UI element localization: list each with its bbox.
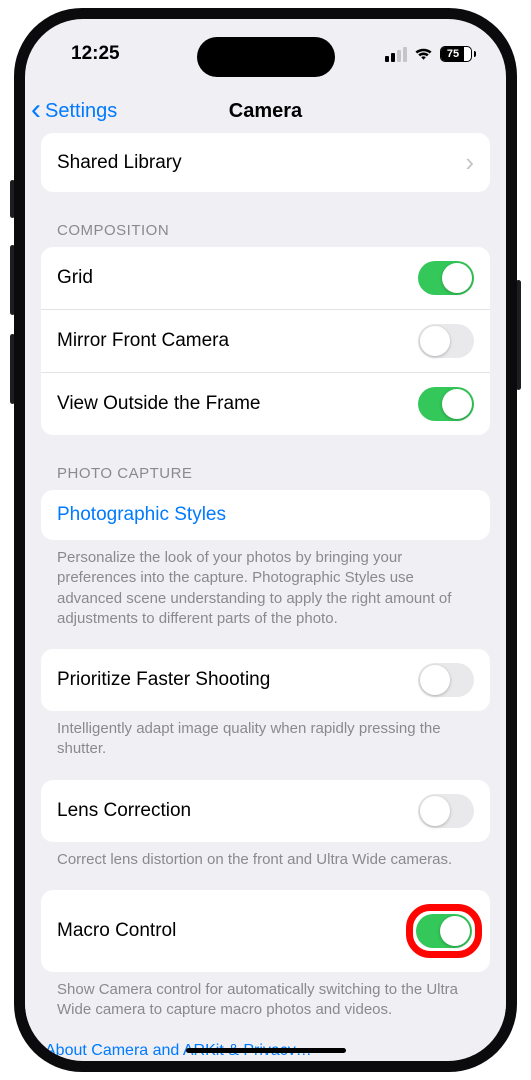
dynamic-island	[197, 37, 335, 77]
mirror-toggle[interactable]	[418, 324, 474, 358]
view-outside-label: View Outside the Frame	[57, 393, 260, 415]
view-outside-frame-row[interactable]: View Outside the Frame	[41, 372, 490, 435]
content-scroll[interactable]: Shared Library › COMPOSITION Grid Mirror…	[25, 133, 506, 1055]
lens-toggle[interactable]	[418, 794, 474, 828]
prioritize-footer: Intelligently adapt image quality when r…	[41, 711, 490, 764]
navigation-bar: ‹ Settings Camera	[25, 89, 506, 133]
grid-label: Grid	[57, 267, 93, 289]
lens-label: Lens Correction	[57, 800, 191, 822]
macro-control-row[interactable]: Macro Control	[41, 890, 490, 972]
wifi-icon	[414, 47, 433, 61]
home-indicator[interactable]	[186, 1048, 346, 1053]
photographic-styles-footer: Personalize the look of your photos by b…	[41, 540, 490, 633]
grid-row[interactable]: Grid	[41, 247, 490, 309]
shared-library-label: Shared Library	[57, 152, 182, 174]
mirror-label: Mirror Front Camera	[57, 330, 229, 352]
page-title: Camera	[229, 100, 302, 123]
back-button[interactable]: ‹ Settings	[31, 100, 117, 123]
photographic-styles-label: Photographic Styles	[57, 504, 226, 525]
prioritize-label: Prioritize Faster Shooting	[57, 669, 270, 691]
photo-capture-header: PHOTO CAPTURE	[41, 435, 490, 490]
macro-footer: Show Camera control for automatically sw…	[41, 972, 490, 1025]
mirror-front-camera-row[interactable]: Mirror Front Camera	[41, 309, 490, 372]
grid-toggle[interactable]	[418, 261, 474, 295]
lens-footer: Correct lens distortion on the front and…	[41, 842, 490, 874]
macro-toggle[interactable]	[416, 914, 472, 948]
macro-label: Macro Control	[57, 920, 176, 942]
lens-correction-row[interactable]: Lens Correction	[41, 780, 490, 842]
prioritize-toggle[interactable]	[418, 663, 474, 697]
photographic-styles-row[interactable]: Photographic Styles	[41, 490, 490, 540]
prioritize-faster-row[interactable]: Prioritize Faster Shooting	[41, 649, 490, 711]
status-time: 12:25	[71, 43, 120, 65]
view-outside-toggle[interactable]	[418, 387, 474, 421]
back-label: Settings	[45, 100, 117, 123]
chevron-right-icon: ›	[465, 147, 474, 178]
highlight-annotation	[406, 904, 482, 958]
shared-library-row[interactable]: Shared Library ›	[41, 133, 490, 192]
cellular-signal-icon	[385, 47, 407, 62]
battery-icon: 75	[440, 46, 476, 62]
composition-header: COMPOSITION	[41, 192, 490, 247]
chevron-left-icon: ‹	[31, 102, 41, 117]
